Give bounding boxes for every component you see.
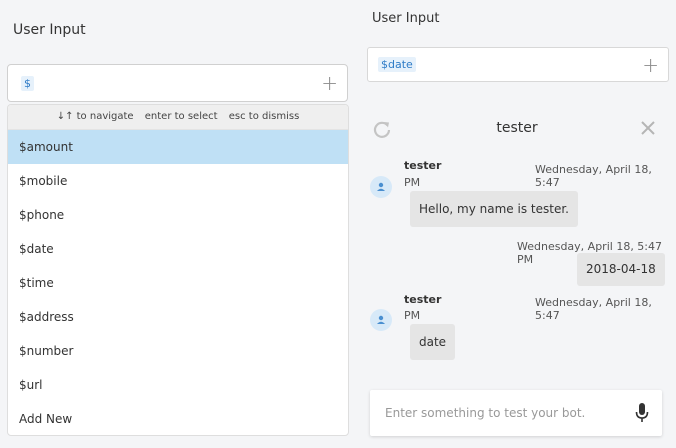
plus-icon[interactable]: + <box>321 73 338 93</box>
user-input-field-left[interactable]: $ + <box>7 64 348 102</box>
dropdown-item-time[interactable]: $time <box>8 266 348 300</box>
hint-dismiss: esc to dismiss <box>228 111 300 122</box>
chat-composer[interactable]: Enter something to test your bot. <box>370 390 662 436</box>
user-avatar-icon <box>377 182 385 191</box>
message-timestamp-suffix: PM <box>404 176 421 189</box>
chat-title: tester <box>496 120 538 136</box>
left-panel-title: User Input <box>13 22 86 38</box>
message-timestamp: Wednesday, April 18, 5:47 <box>535 296 652 322</box>
avatar <box>370 309 392 331</box>
message-bubble: date <box>410 324 456 360</box>
message-bubble: Hello, my name is tester. <box>410 191 578 227</box>
composer-input[interactable]: Enter something to test your bot. <box>385 406 585 420</box>
user-avatar-icon <box>377 315 385 324</box>
message-timestamp: Wednesday, April 18, 5:47 <box>535 163 652 189</box>
close-icon[interactable] <box>639 119 657 137</box>
message-sender: tester <box>404 159 442 172</box>
dropdown-hint: ↓↑ to navigate enter to select esc to di… <box>8 105 348 130</box>
plus-icon[interactable]: + <box>642 55 659 75</box>
input-token: $date <box>378 57 416 72</box>
hint-navigate: ↓↑ to navigate <box>56 111 134 122</box>
microphone-icon[interactable] <box>635 403 649 423</box>
dropdown-item-address[interactable]: $address <box>8 300 348 334</box>
dropdown-item-phone[interactable]: $phone <box>8 198 348 232</box>
message-timestamp-suffix: PM <box>404 309 421 322</box>
entity-suggestion-dropdown: ↓↑ to navigate enter to select esc to di… <box>7 104 349 436</box>
message-sender: tester <box>404 293 442 306</box>
dropdown-item-amount[interactable]: $amount <box>8 130 348 164</box>
dropdown-item-url[interactable]: $url <box>8 368 348 402</box>
input-token: $ <box>21 76 34 91</box>
hint-select: enter to select <box>144 111 218 122</box>
right-panel-title: User Input <box>372 11 440 26</box>
dropdown-item-date[interactable]: $date <box>8 232 348 266</box>
dropdown-item-add-new[interactable]: Add New <box>8 402 348 435</box>
chat-header: tester <box>367 115 667 145</box>
user-input-field-right[interactable]: $date + <box>367 47 669 82</box>
avatar <box>370 176 392 198</box>
dropdown-item-mobile[interactable]: $mobile <box>8 164 348 198</box>
message-bubble: 2018-04-18 <box>577 253 665 286</box>
dropdown-item-number[interactable]: $number <box>8 334 348 368</box>
